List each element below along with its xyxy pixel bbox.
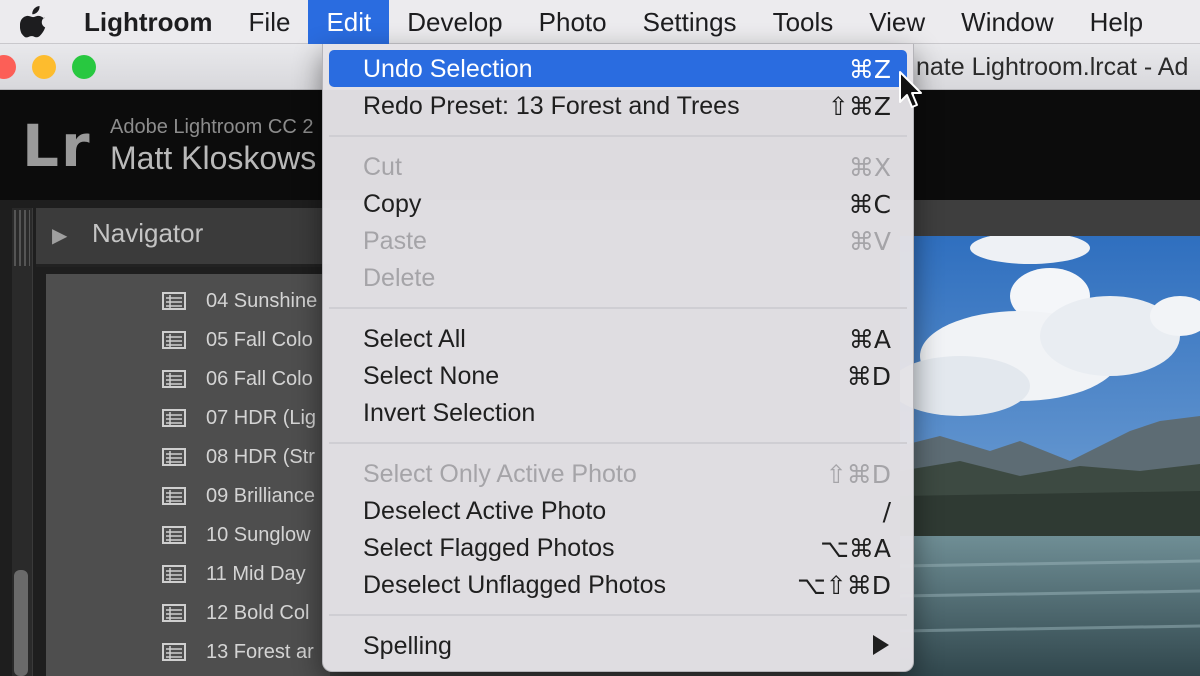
menu-item-delete: Delete — [363, 264, 436, 292]
preset-item[interactable]: 10 Sunglow — [46, 516, 336, 554]
menu-item-cut: Cut ⌘X — [363, 153, 891, 182]
menu-item-deselect-unflagged-photos[interactable]: Deselect Unflagged Photos ⌥⇧⌘D — [329, 566, 907, 603]
panel-grip-icon — [14, 210, 30, 266]
preset-icon — [162, 448, 186, 466]
preset-item[interactable]: 08 HDR (Str — [46, 438, 336, 476]
menu-item-deselect-active-photo[interactable]: Deselect Active Photo / — [329, 492, 907, 529]
scrollbar-thumb[interactable] — [14, 570, 28, 676]
menu-separator — [329, 442, 907, 444]
preset-icon — [162, 331, 186, 349]
preset-item[interactable]: 13 Forest ar — [46, 633, 336, 671]
submenu-arrow-icon — [873, 635, 889, 655]
menu-separator — [329, 614, 907, 616]
preset-item[interactable]: 04 Sunshine — [46, 282, 336, 320]
preset-icon — [162, 409, 186, 427]
preset-icon — [162, 565, 186, 583]
preset-item[interactable]: 12 Bold Col — [46, 594, 336, 632]
menu-item-redo-preset[interactable]: Redo Preset: 13 Forest and Trees ⇧⌘Z — [329, 87, 907, 124]
menu-item-select-none[interactable]: Select None ⌘D — [329, 357, 907, 394]
window-title: nate Lightroom.lrcat - Ad — [916, 53, 1189, 81]
left-panel: ▶ Navigator 04 Sunshine 05 Fall Colo 06 … — [0, 200, 336, 676]
apple-menu[interactable] — [16, 4, 52, 40]
preset-icon — [162, 604, 186, 622]
menu-help[interactable]: Help — [1072, 0, 1161, 44]
menu-separator — [329, 135, 907, 137]
preset-list: 04 Sunshine 05 Fall Colo 06 Fall Colo 07… — [46, 274, 336, 676]
menu-settings[interactable]: Settings — [625, 0, 755, 44]
menu-item-invert-selection[interactable]: Invert Selection — [329, 394, 907, 431]
lr-logo: Lr — [22, 112, 92, 180]
preset-icon — [162, 487, 186, 505]
preset-icon — [162, 370, 186, 388]
menu-item-select-flagged-photos[interactable]: Select Flagged Photos ⌥⌘A — [329, 529, 907, 566]
preset-item[interactable]: 07 HDR (Lig — [46, 399, 336, 437]
mouse-pointer-icon — [899, 71, 922, 108]
navigator-label: Navigator — [92, 218, 204, 248]
menu-item-select-only-active-photo: Select Only Active Photo ⇧⌘D — [363, 460, 891, 489]
close-window-button[interactable] — [0, 55, 16, 79]
menu-develop[interactable]: Develop — [389, 0, 520, 44]
product-name: Adobe Lightroom CC 2 — [110, 116, 314, 138]
photo-preview[interactable] — [900, 236, 1200, 676]
minimize-window-button[interactable] — [32, 55, 56, 79]
disclosure-triangle-icon: ▶ — [52, 225, 68, 247]
menu-bar: Lightroom File Edit Develop Photo Settin… — [0, 0, 1200, 44]
menu-file[interactable]: File — [231, 0, 309, 44]
navigator-panel-header[interactable]: ▶ Navigator — [36, 208, 336, 267]
preset-item[interactable]: 06 Fall Colo — [46, 360, 336, 398]
menu-item-spelling[interactable]: Spelling — [329, 627, 907, 664]
apple-logo-icon — [20, 5, 46, 37]
menu-edit[interactable]: Edit — [308, 0, 390, 44]
preset-icon — [162, 643, 186, 661]
preset-item[interactable]: 11 Mid Day — [46, 555, 336, 593]
edit-menu-dropdown: Undo Selection ⌘Z Redo Preset: 13 Forest… — [322, 44, 914, 672]
menu-photo[interactable]: Photo — [521, 0, 625, 44]
preset-icon — [162, 526, 186, 544]
zoom-window-button[interactable] — [72, 55, 96, 79]
preset-icon — [162, 292, 186, 310]
menu-separator — [329, 307, 907, 309]
preset-item[interactable]: 05 Fall Colo — [46, 321, 336, 359]
menu-item-undo-selection[interactable]: Undo Selection ⌘Z — [329, 50, 907, 87]
menu-item-select-all[interactable]: Select All ⌘A — [329, 320, 907, 357]
landscape-photo — [900, 236, 1200, 676]
user-name: Matt Kloskows — [110, 140, 317, 176]
menu-window[interactable]: Window — [943, 0, 1071, 44]
menu-item-copy[interactable]: Copy ⌘C — [329, 185, 907, 222]
menu-view[interactable]: View — [851, 0, 943, 44]
preset-item[interactable]: 09 Brilliance — [46, 477, 336, 515]
menu-tools[interactable]: Tools — [755, 0, 852, 44]
menu-lightroom[interactable]: Lightroom — [78, 0, 231, 44]
menu-item-paste: Paste ⌘V — [363, 227, 891, 256]
